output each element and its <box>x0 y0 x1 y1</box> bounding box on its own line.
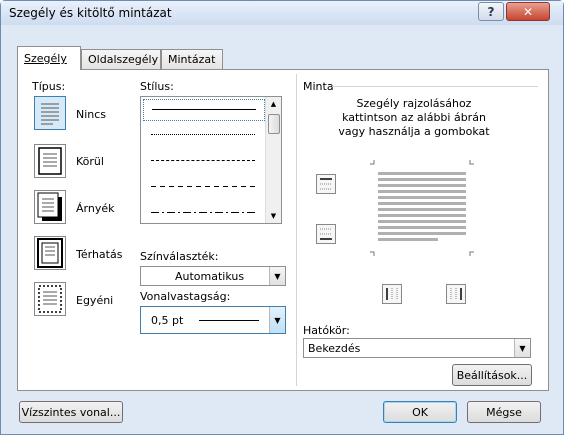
tab-panel: Típus: Nincs Körül Árnyék Térhatás Egyén… <box>17 69 549 391</box>
ok-button[interactable]: OK <box>383 401 457 423</box>
scroll-down-icon[interactable]: ▼ <box>266 209 281 223</box>
box-border-icon <box>38 147 62 175</box>
width-value: 0,5 pt <box>151 314 184 327</box>
scroll-up-icon[interactable]: ▲ <box>266 97 281 111</box>
title-bar[interactable]: Szegély és kitöltő mintázat ? ✕ <box>1 1 563 25</box>
preview-heading-rule <box>332 86 538 87</box>
line-style-list[interactable]: ▲ ▼ <box>140 96 282 224</box>
preview-instructions: Szegély rajzolásához kattintson az alább… <box>338 97 490 138</box>
color-select[interactable]: Automatikus ▼ <box>140 266 286 286</box>
cancel-button[interactable]: Mégse <box>467 401 541 423</box>
tab-szegely[interactable]: Szegély <box>17 46 81 70</box>
line-style-dotted[interactable] <box>151 134 255 135</box>
setting-heading: Típus: <box>32 80 66 93</box>
none-border-icon <box>41 103 59 125</box>
width-label: Vonalvastagság: <box>140 290 231 303</box>
left-border-icon <box>386 288 398 300</box>
bottom-border-icon <box>320 228 332 240</box>
width-select[interactable]: 0,5 pt ▼ <box>140 306 286 334</box>
left-border-button[interactable] <box>382 284 402 304</box>
width-line-preview <box>199 320 259 321</box>
bottom-border-button[interactable] <box>316 224 336 244</box>
apply-to-select[interactable]: Bekezdés ▼ <box>303 338 531 358</box>
right-border-icon <box>450 288 462 300</box>
setting-box-label: Körül <box>76 155 104 168</box>
chevron-down-icon[interactable]: ▼ <box>514 339 530 357</box>
setting-none-button[interactable] <box>34 96 66 130</box>
column-divider <box>296 74 297 386</box>
top-border-button[interactable] <box>316 174 336 194</box>
scroll-thumb[interactable] <box>268 114 280 134</box>
tab-mintazat[interactable]: Mintázat <box>161 49 223 69</box>
setting-none-label: Nincs <box>76 108 107 121</box>
tab-oldalszegely[interactable]: Oldalszegély <box>81 49 161 69</box>
line-style-dashed-small[interactable] <box>151 160 255 161</box>
color-label: Színválaszték: <box>140 250 219 263</box>
line-style-scrollbar[interactable]: ▲ ▼ <box>265 97 281 223</box>
shadow-border-icon <box>37 192 62 221</box>
dialog-window: Szegély és kitöltő mintázat ? ✕ Szegély … <box>0 0 564 435</box>
chevron-down-icon[interactable]: ▼ <box>269 307 285 333</box>
help-button[interactable]: ? <box>478 2 504 21</box>
preview-corners <box>370 160 474 256</box>
setting-custom-button[interactable] <box>34 282 66 316</box>
setting-custom-label: Egyéni <box>76 294 114 307</box>
options-button[interactable]: Beállítások... <box>452 364 532 386</box>
line-solid <box>152 109 256 110</box>
horizontal-line-button[interactable]: Vízszintes vonal... <box>19 401 123 423</box>
line-style-dash-dot[interactable] <box>151 212 255 213</box>
3d-border-icon <box>37 238 63 268</box>
window-title: Szegély és kitöltő mintázat <box>9 6 172 20</box>
line-style-item-selected[interactable] <box>143 99 265 121</box>
color-value: Automatikus <box>175 270 245 283</box>
line-style-dashed[interactable] <box>151 186 255 187</box>
preview-area[interactable] <box>368 158 476 258</box>
apply-to-value: Bekezdés <box>308 342 361 355</box>
custom-border-icon <box>38 285 62 313</box>
right-border-button[interactable] <box>446 284 466 304</box>
close-button[interactable]: ✕ <box>506 2 550 21</box>
apply-to-label: Hatókör: <box>303 324 350 337</box>
setting-3d-button[interactable] <box>34 236 66 270</box>
style-heading: Stílus: <box>140 80 174 93</box>
preview-heading: Minta <box>303 80 334 93</box>
setting-shadow-button[interactable] <box>34 190 66 224</box>
setting-shadow-label: Árnyék <box>76 202 115 215</box>
setting-box-button[interactable] <box>34 144 66 178</box>
chevron-down-icon[interactable]: ▼ <box>269 267 285 285</box>
top-border-icon <box>320 178 332 190</box>
setting-3d-label: Térhatás <box>76 248 123 261</box>
